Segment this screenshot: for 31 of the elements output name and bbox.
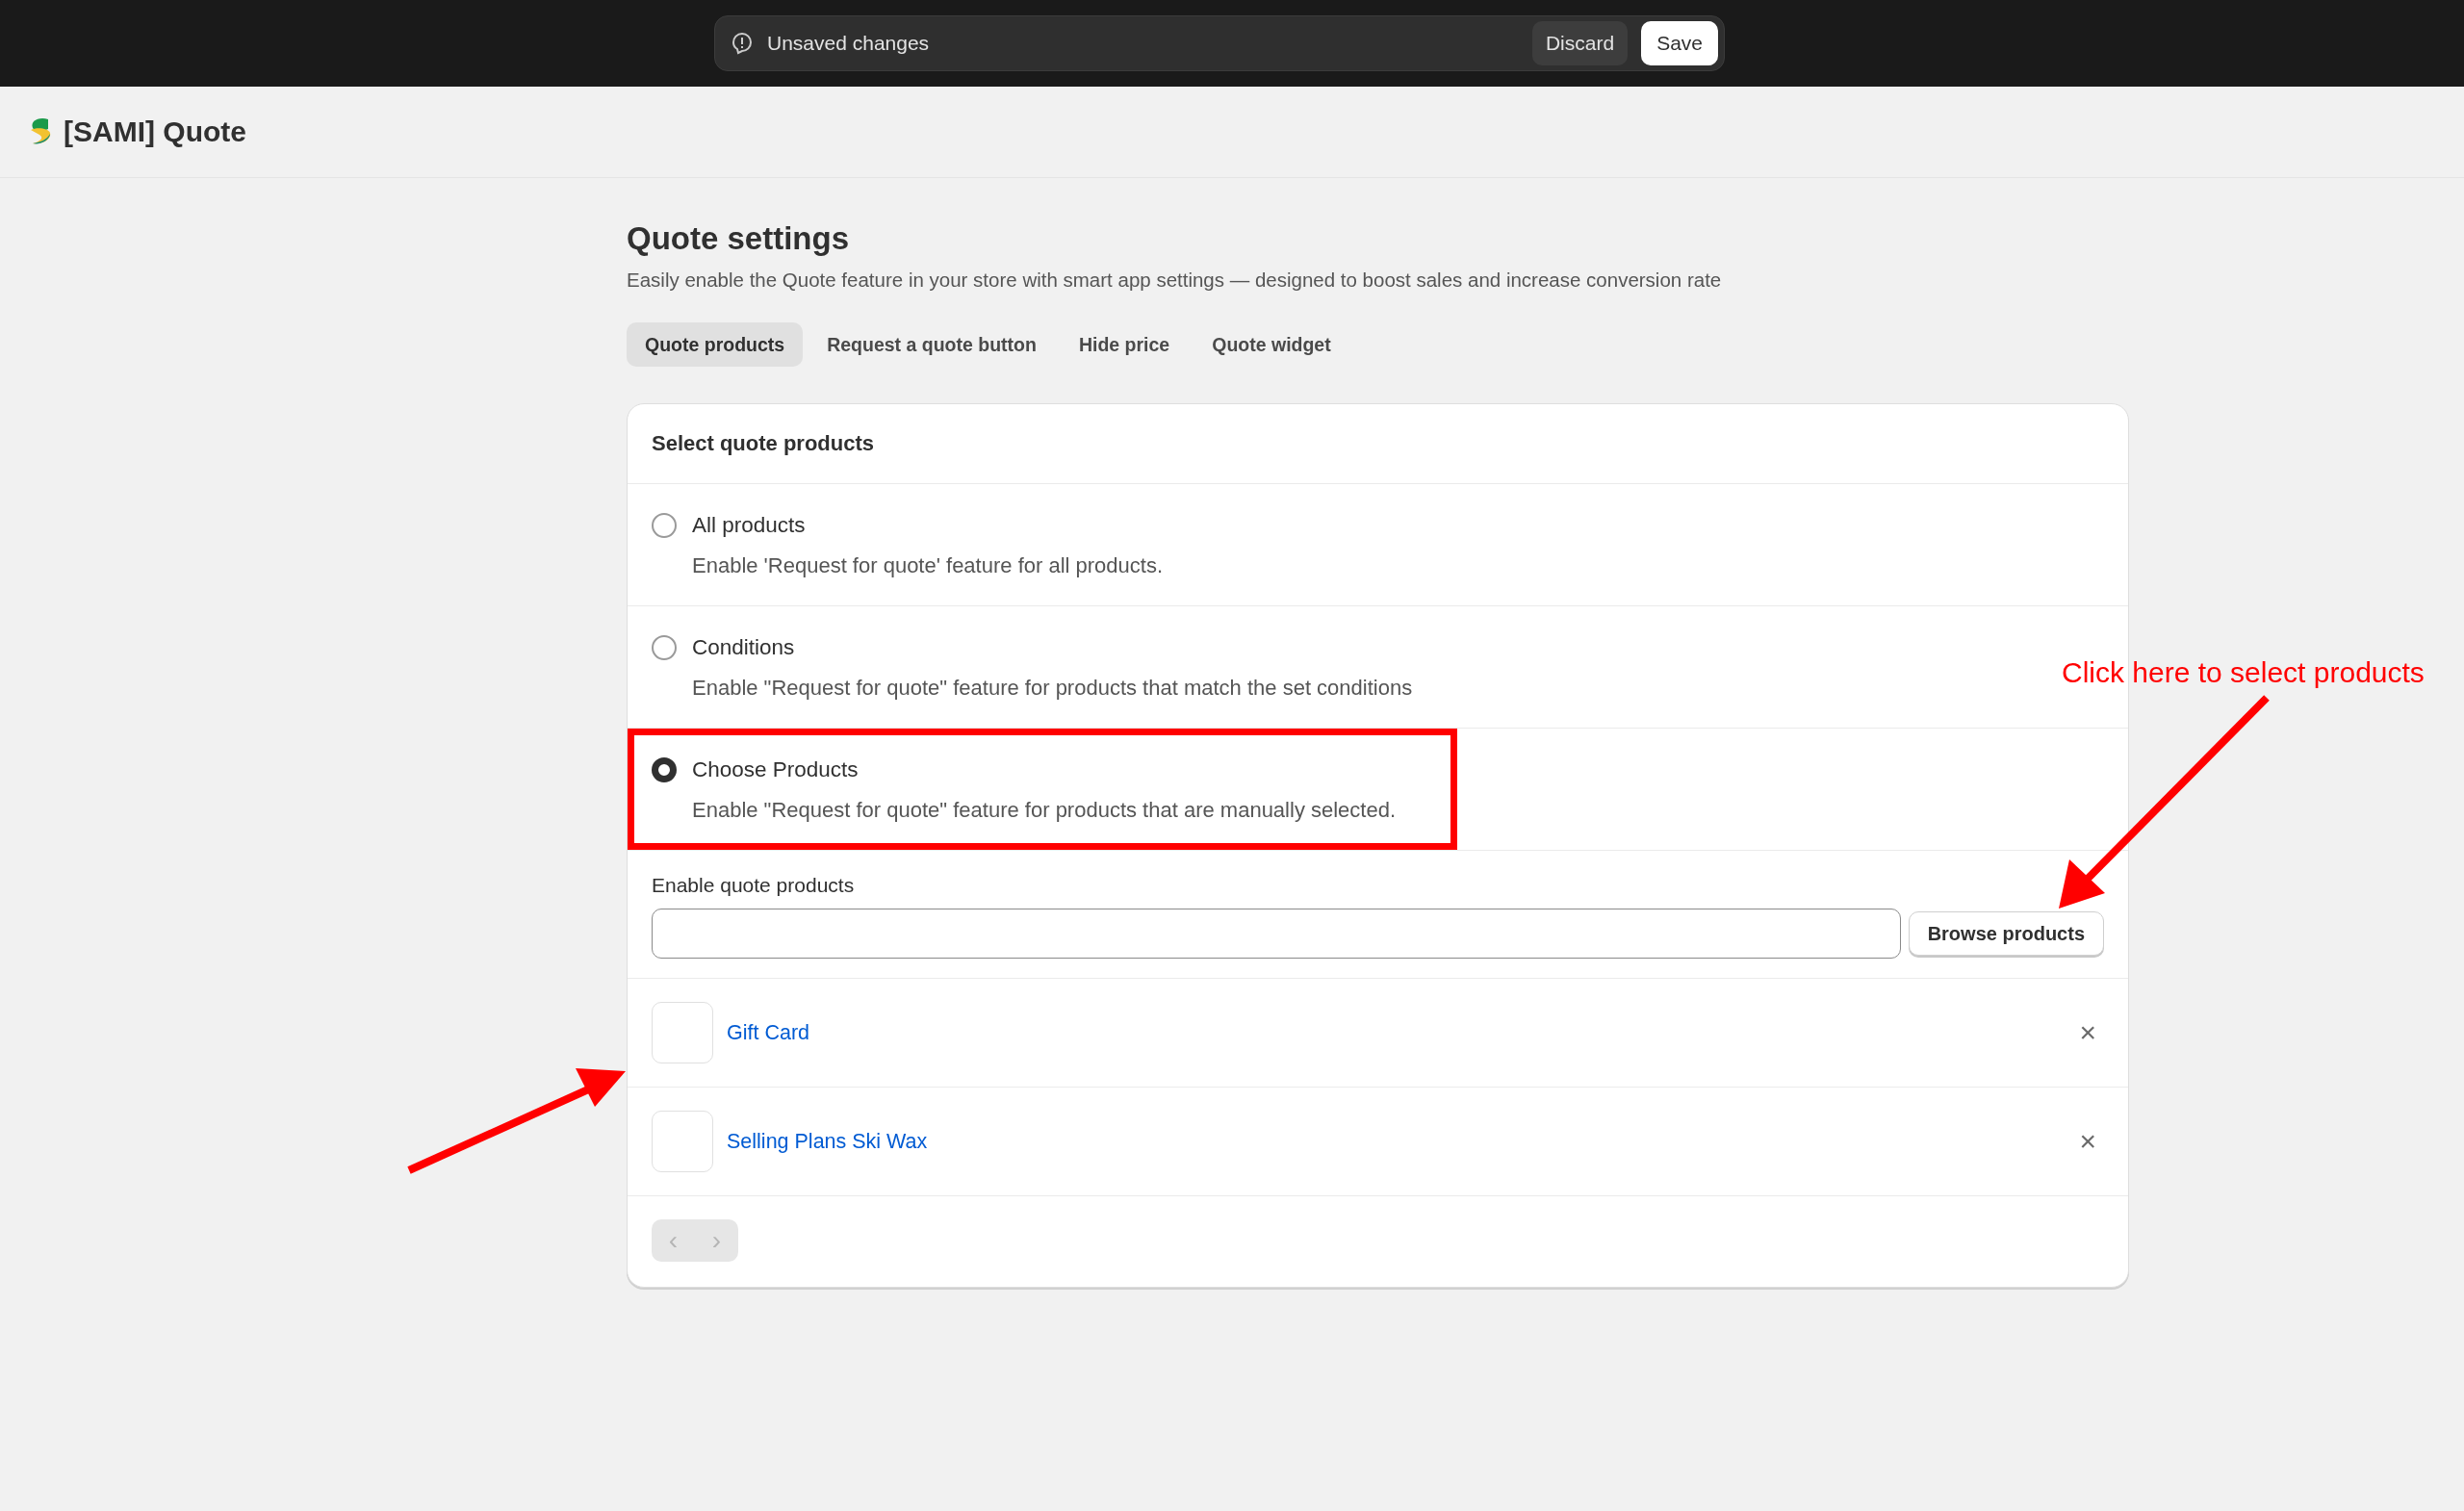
radio-button[interactable] [652, 757, 677, 782]
tab[interactable]: Request a quote button [808, 322, 1055, 367]
discard-button[interactable]: Discard [1531, 21, 1629, 65]
radio-button[interactable] [652, 635, 677, 660]
option-description: Enable 'Request for quote' feature for all products. [692, 553, 1165, 578]
tab[interactable]: Quote widget [1194, 322, 1349, 367]
app-title: [SAMI] Quote [64, 115, 246, 148]
alert-icon [731, 32, 754, 55]
option-label[interactable]: Conditions [692, 635, 795, 660]
radio-button[interactable] [652, 513, 677, 538]
annotation-label: Click here to select products [2062, 656, 2425, 689]
option-description: Enable "Request for quote" feature for products that match the set conditions [692, 676, 1414, 701]
field-label: Enable quote products [652, 874, 856, 897]
product-thumbnail [652, 1111, 713, 1172]
product-link[interactable]: Gift Card [727, 1020, 2059, 1045]
save-button[interactable]: Save [1641, 21, 1718, 65]
product-link[interactable]: Selling Plans Ski Wax [727, 1129, 2059, 1154]
unsaved-message: Unsaved changes [767, 32, 931, 55]
remove-button[interactable]: × [2071, 1016, 2104, 1049]
option-label[interactable]: All products [692, 513, 806, 538]
remove-button[interactable]: × [2071, 1125, 2104, 1158]
browse-products-button[interactable]: Browse products [1908, 911, 2104, 956]
product-thumbnail [652, 1002, 713, 1063]
option-label[interactable]: Choose Products [692, 757, 859, 782]
option-description: Enable "Request for quote" feature for products that are manually selected. [692, 798, 1398, 823]
tab[interactable]: Quote products [627, 322, 804, 367]
product-input-field[interactable] [652, 909, 1901, 959]
tab[interactable]: Hide price [1060, 322, 1189, 367]
card-title: Select quote products [628, 404, 2128, 484]
page-subtitle: Easily enable the Quote feature in your store with smart app settings — designed to boost sales and increase conversion rate [627, 269, 1723, 292]
page-title: Quote settings [627, 220, 851, 257]
